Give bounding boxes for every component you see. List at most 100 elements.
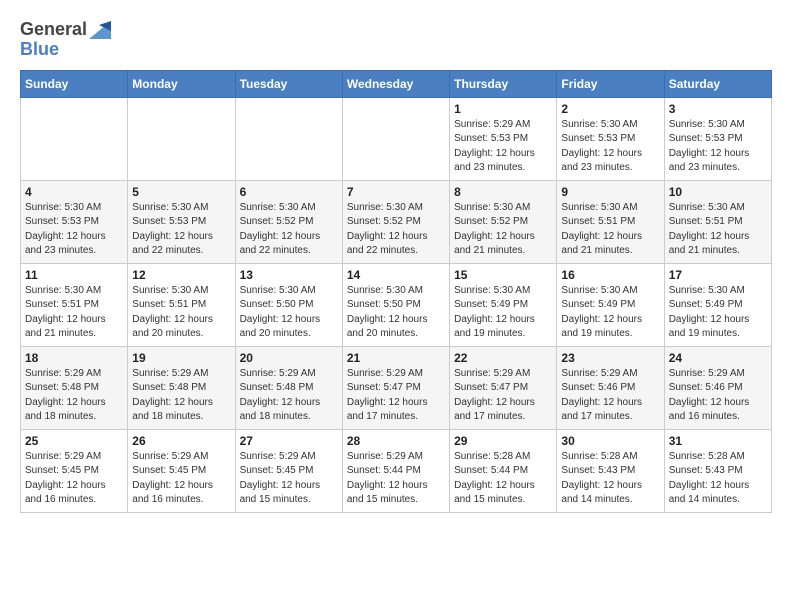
calendar-cell xyxy=(21,97,128,180)
day-number: 4 xyxy=(25,185,123,199)
day-info: Sunrise: 5:29 AM Sunset: 5:53 PM Dayligh… xyxy=(454,118,552,176)
calendar-cell: 30 Sunrise: 5:28 AM Sunset: 5:43 PM Dayli… xyxy=(557,429,664,512)
day-info: Sunrise: 5:30 AM Sunset: 5:53 PM Dayligh… xyxy=(25,201,123,259)
day-number: 5 xyxy=(132,185,230,199)
logo-general: General xyxy=(20,20,87,40)
day-info: Sunrise: 5:29 AM Sunset: 5:46 PM Dayligh… xyxy=(561,367,659,425)
day-info: Sunrise: 5:29 AM Sunset: 5:47 PM Dayligh… xyxy=(347,367,445,425)
day-number: 1 xyxy=(454,102,552,116)
calendar-cell: 4 Sunrise: 5:30 AM Sunset: 5:53 PM Daylig… xyxy=(21,180,128,263)
day-info: Sunrise: 5:28 AM Sunset: 5:44 PM Dayligh… xyxy=(454,450,552,508)
calendar-cell: 16 Sunrise: 5:30 AM Sunset: 5:49 PM Dayli… xyxy=(557,263,664,346)
logo-blue: Blue xyxy=(20,40,111,60)
weekday-header: Wednesday xyxy=(342,70,449,97)
day-info: Sunrise: 5:29 AM Sunset: 5:47 PM Dayligh… xyxy=(454,367,552,425)
calendar-cell xyxy=(235,97,342,180)
day-number: 2 xyxy=(561,102,659,116)
day-info: Sunrise: 5:29 AM Sunset: 5:48 PM Dayligh… xyxy=(132,367,230,425)
calendar-cell: 14 Sunrise: 5:30 AM Sunset: 5:50 PM Dayli… xyxy=(342,263,449,346)
day-info: Sunrise: 5:30 AM Sunset: 5:53 PM Dayligh… xyxy=(561,118,659,176)
calendar-cell: 7Sunrise: 5:30 AM Sunset: 5:52 PM Daylig… xyxy=(342,180,449,263)
day-number: 15 xyxy=(454,268,552,282)
day-number: 30 xyxy=(561,434,659,448)
calendar-cell: 19 Sunrise: 5:29 AM Sunset: 5:48 PM Dayli… xyxy=(128,346,235,429)
calendar-cell: 1 Sunrise: 5:29 AM Sunset: 5:53 PM Daylig… xyxy=(450,97,557,180)
weekday-header: Sunday xyxy=(21,70,128,97)
day-info: Sunrise: 5:30 AM Sunset: 5:52 PM Dayligh… xyxy=(347,201,445,259)
day-number: 26 xyxy=(132,434,230,448)
calendar-cell: 17 Sunrise: 5:30 AM Sunset: 5:49 PM Dayli… xyxy=(664,263,771,346)
day-number: 11 xyxy=(25,268,123,282)
calendar-cell: 10 Sunrise: 5:30 AM Sunset: 5:51 PM Dayli… xyxy=(664,180,771,263)
calendar-cell: 26 Sunrise: 5:29 AM Sunset: 5:45 PM Dayli… xyxy=(128,429,235,512)
day-info: Sunrise: 5:30 AM Sunset: 5:51 PM Dayligh… xyxy=(669,201,767,259)
day-info: Sunrise: 5:29 AM Sunset: 5:45 PM Dayligh… xyxy=(25,450,123,508)
day-number: 14 xyxy=(347,268,445,282)
calendar-cell: 11 Sunrise: 5:30 AM Sunset: 5:51 PM Dayli… xyxy=(21,263,128,346)
calendar-cell: 15 Sunrise: 5:30 AM Sunset: 5:49 PM Dayli… xyxy=(450,263,557,346)
day-info: Sunrise: 5:29 AM Sunset: 5:45 PM Dayligh… xyxy=(240,450,338,508)
weekday-header: Monday xyxy=(128,70,235,97)
weekday-header: Saturday xyxy=(664,70,771,97)
day-info: Sunrise: 5:30 AM Sunset: 5:50 PM Dayligh… xyxy=(347,284,445,342)
day-number: 12 xyxy=(132,268,230,282)
calendar-week: 1 Sunrise: 5:29 AM Sunset: 5:53 PM Daylig… xyxy=(21,97,772,180)
calendar-cell: 25Sunrise: 5:29 AM Sunset: 5:45 PM Dayli… xyxy=(21,429,128,512)
day-info: Sunrise: 5:30 AM Sunset: 5:49 PM Dayligh… xyxy=(561,284,659,342)
calendar-week: 18 Sunrise: 5:29 AM Sunset: 5:48 PM Dayli… xyxy=(21,346,772,429)
day-number: 22 xyxy=(454,351,552,365)
calendar-week: 25Sunrise: 5:29 AM Sunset: 5:45 PM Dayli… xyxy=(21,429,772,512)
calendar-header: SundayMondayTuesdayWednesdayThursdayFrid… xyxy=(21,70,772,97)
day-info: Sunrise: 5:30 AM Sunset: 5:53 PM Dayligh… xyxy=(132,201,230,259)
calendar-cell: 23Sunrise: 5:29 AM Sunset: 5:46 PM Dayli… xyxy=(557,346,664,429)
weekday-header: Thursday xyxy=(450,70,557,97)
day-info: Sunrise: 5:30 AM Sunset: 5:51 PM Dayligh… xyxy=(561,201,659,259)
calendar-cell: 20 Sunrise: 5:29 AM Sunset: 5:48 PM Dayli… xyxy=(235,346,342,429)
day-info: Sunrise: 5:30 AM Sunset: 5:49 PM Dayligh… xyxy=(454,284,552,342)
page-header: General Blue xyxy=(20,20,772,60)
calendar-cell: 21 Sunrise: 5:29 AM Sunset: 5:47 PM Dayli… xyxy=(342,346,449,429)
day-info: Sunrise: 5:28 AM Sunset: 5:43 PM Dayligh… xyxy=(561,450,659,508)
day-number: 20 xyxy=(240,351,338,365)
day-info: Sunrise: 5:29 AM Sunset: 5:48 PM Dayligh… xyxy=(240,367,338,425)
day-info: Sunrise: 5:29 AM Sunset: 5:46 PM Dayligh… xyxy=(669,367,767,425)
calendar-week: 4 Sunrise: 5:30 AM Sunset: 5:53 PM Daylig… xyxy=(21,180,772,263)
day-info: Sunrise: 5:30 AM Sunset: 5:51 PM Dayligh… xyxy=(25,284,123,342)
logo-triangle-icon xyxy=(89,21,111,39)
calendar-cell: 29Sunrise: 5:28 AM Sunset: 5:44 PM Dayli… xyxy=(450,429,557,512)
day-number: 16 xyxy=(561,268,659,282)
calendar-cell: 24 Sunrise: 5:29 AM Sunset: 5:46 PM Dayli… xyxy=(664,346,771,429)
day-number: 24 xyxy=(669,351,767,365)
day-number: 27 xyxy=(240,434,338,448)
day-info: Sunrise: 5:30 AM Sunset: 5:52 PM Dayligh… xyxy=(454,201,552,259)
calendar-cell xyxy=(342,97,449,180)
day-info: Sunrise: 5:30 AM Sunset: 5:52 PM Dayligh… xyxy=(240,201,338,259)
day-info: Sunrise: 5:28 AM Sunset: 5:43 PM Dayligh… xyxy=(669,450,767,508)
calendar-cell: 3 Sunrise: 5:30 AM Sunset: 5:53 PM Daylig… xyxy=(664,97,771,180)
day-info: Sunrise: 5:30 AM Sunset: 5:50 PM Dayligh… xyxy=(240,284,338,342)
day-number: 10 xyxy=(669,185,767,199)
day-number: 19 xyxy=(132,351,230,365)
calendar-cell: 31 Sunrise: 5:28 AM Sunset: 5:43 PM Dayli… xyxy=(664,429,771,512)
day-info: Sunrise: 5:30 AM Sunset: 5:53 PM Dayligh… xyxy=(669,118,767,176)
day-number: 17 xyxy=(669,268,767,282)
day-number: 9 xyxy=(561,185,659,199)
calendar-cell: 9 Sunrise: 5:30 AM Sunset: 5:51 PM Daylig… xyxy=(557,180,664,263)
calendar-cell: 5 Sunrise: 5:30 AM Sunset: 5:53 PM Daylig… xyxy=(128,180,235,263)
day-number: 18 xyxy=(25,351,123,365)
calendar-cell: 18 Sunrise: 5:29 AM Sunset: 5:48 PM Dayli… xyxy=(21,346,128,429)
weekday-header: Friday xyxy=(557,70,664,97)
day-number: 6 xyxy=(240,185,338,199)
day-number: 21 xyxy=(347,351,445,365)
calendar-cell: 12Sunrise: 5:30 AM Sunset: 5:51 PM Dayli… xyxy=(128,263,235,346)
day-info: Sunrise: 5:29 AM Sunset: 5:48 PM Dayligh… xyxy=(25,367,123,425)
calendar-cell: 27 Sunrise: 5:29 AM Sunset: 5:45 PM Dayli… xyxy=(235,429,342,512)
calendar-cell: 28 Sunrise: 5:29 AM Sunset: 5:44 PM Dayli… xyxy=(342,429,449,512)
day-info: Sunrise: 5:29 AM Sunset: 5:44 PM Dayligh… xyxy=(347,450,445,508)
day-info: Sunrise: 5:29 AM Sunset: 5:45 PM Dayligh… xyxy=(132,450,230,508)
day-info: Sunrise: 5:30 AM Sunset: 5:49 PM Dayligh… xyxy=(669,284,767,342)
day-number: 3 xyxy=(669,102,767,116)
day-number: 28 xyxy=(347,434,445,448)
calendar-cell xyxy=(128,97,235,180)
day-number: 31 xyxy=(669,434,767,448)
